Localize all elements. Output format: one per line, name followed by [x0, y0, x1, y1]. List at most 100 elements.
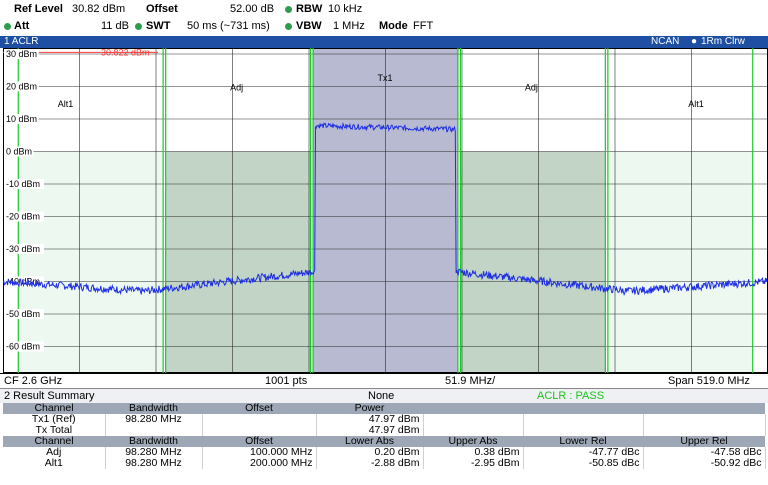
result-row: Tx Total 47.97 dBm [3, 425, 766, 436]
result-row-cell: Tx1 (Ref) [3, 414, 106, 425]
y-axis-label: 20 dBm [6, 82, 37, 92]
result-summary-bar[interactable]: 2 Result Summary None ACLR : PASS [0, 388, 768, 403]
ref-level-label[interactable]: Ref Level [14, 1, 63, 18]
result-none-label: None [368, 390, 395, 402]
channel-label-0: Alt1 [58, 99, 74, 109]
channel-label-1: Adj [230, 83, 243, 93]
result-row-cell: 47.97 dBm [316, 414, 424, 425]
y-axis-label: 10 dBm [6, 114, 37, 124]
att-indicator-icon [4, 23, 11, 30]
result-row-cell: 200.000 MHz [202, 458, 317, 469]
result-header-row: Channel Bandwidth Offset Lower Abs Upper Abs… [3, 436, 765, 447]
result-header-row-cell: Upper Abs [423, 436, 523, 447]
result-row-cell [423, 425, 524, 436]
result-header-row-cell: Bandwidth [105, 403, 202, 414]
swt-label[interactable]: SWT [146, 18, 170, 35]
mode-value[interactable]: FFT [413, 18, 433, 35]
window-ncan-label: NCAN [651, 36, 680, 47]
result-row-cell: 0.38 dBm [423, 447, 524, 458]
ref-level-marker-label: 30.822 dBm [101, 48, 150, 57]
result-row-cell [423, 414, 524, 425]
result-row-cell [643, 425, 766, 436]
ref-level-value[interactable]: 30.82 dBm [72, 1, 125, 18]
trace-label: 1Rm Clrw [701, 36, 745, 47]
points-count: 1001 pts [265, 375, 308, 387]
result-row-cell: -2.88 dBm [316, 458, 424, 469]
channel-label-4: Alt1 [688, 99, 704, 109]
att-value[interactable]: 11 dB [101, 18, 129, 35]
y-axis-label: -50 dBm [6, 309, 40, 319]
result-header-row-cell [523, 403, 643, 414]
result-header-row-cell [423, 403, 523, 414]
result-row: Alt1 98.280 MHz 200.000 MHz -2.88 dBm -2.95 … [3, 458, 766, 469]
swt-value[interactable]: 50 ms (~731 ms) [187, 18, 270, 35]
spectrum-plot[interactable]: 30 dBm 20 dBm 10 dBm 0 dBm -10 dBm -20 dBm -30… [3, 48, 768, 373]
result-header-row-cell: Offset [202, 436, 316, 447]
plot-footer: CF 2.6 GHz 1001 pts 51.9 MHz/ Span 519.0… [0, 373, 768, 388]
window-title-bar[interactable]: 1 ACLR NCAN ● 1Rm Clrw [0, 36, 768, 48]
y-axis-label: -60 dBm [6, 342, 40, 352]
rbw-value[interactable]: 10 kHz [328, 1, 362, 18]
result-row-cell: 47.97 dBm [316, 425, 424, 436]
result-row: Tx1 (Ref) 98.280 MHz 47.97 dBm [3, 414, 766, 425]
result-summary-title: 2 Result Summary [4, 390, 95, 402]
result-header-row-cell: Power [316, 403, 423, 414]
result-row-cell: Tx Total [3, 425, 106, 436]
instrument-header: Ref Level 30.82 dBm Offset 52.00 dB RBW … [0, 0, 768, 36]
spectrum-svg: 30 dBm 20 dBm 10 dBm 0 dBm -10 dBm -20 dBm -30… [3, 48, 768, 373]
result-table: Channel Bandwidth Offset Power Tx1 (Ref) 98.2… [3, 403, 766, 469]
result-row-cell: -50.92 dBc [643, 458, 766, 469]
result-row-cell: 98.280 MHz [105, 447, 203, 458]
result-header-row-cell: Channel [3, 403, 105, 414]
channel-band-alt1-4 [607, 151, 753, 373]
result-header-row-cell: Upper Rel [643, 436, 765, 447]
result-header-row-cell: Channel [3, 436, 105, 447]
result-header-row-cell: Bandwidth [105, 436, 202, 447]
result-header-row-cell: Lower Rel [523, 436, 643, 447]
result-row-cell: 98.280 MHz [105, 414, 203, 425]
span-value: Span 519.0 MHz [668, 375, 750, 387]
window-title: 1 ACLR [4, 36, 39, 47]
result-header-row-cell [643, 403, 765, 414]
y-axis-label: -10 dBm [6, 179, 40, 189]
header-row-1: Ref Level 30.82 dBm Offset 52.00 dB RBW … [0, 1, 768, 18]
rbw-indicator-icon [285, 6, 292, 13]
result-row-cell: 0.20 dBm [316, 447, 424, 458]
channel-band-adj-1 [165, 151, 311, 373]
result-row-cell: -47.77 dBc [523, 447, 644, 458]
mode-label[interactable]: Mode [379, 18, 408, 35]
header-row-2: Att 11 dB SWT 50 ms (~731 ms) VBW 1 MHz … [0, 18, 768, 35]
offset-value[interactable]: 52.00 dB [230, 1, 274, 18]
result-row-cell [523, 425, 644, 436]
result-row-cell [202, 414, 317, 425]
y-axis-label: 0 dBm [6, 147, 32, 157]
rbw-label[interactable]: RBW [296, 1, 322, 18]
result-row-cell: -2.95 dBm [423, 458, 524, 469]
center-frequency: CF 2.6 GHz [4, 375, 63, 387]
trace-indicator-icon: ● [691, 36, 698, 47]
channel-band-adj-3 [460, 151, 606, 373]
y-axis-label: -30 dBm [6, 244, 40, 254]
offset-label[interactable]: Offset [146, 1, 178, 18]
frequency-per-division: 51.9 MHz/ [445, 375, 496, 387]
result-header-row: Channel Bandwidth Offset Power [3, 403, 765, 414]
result-row-cell: Adj [3, 447, 106, 458]
y-axis-label: -20 dBm [6, 212, 40, 222]
att-label[interactable]: Att [14, 18, 29, 35]
result-row-cell: -47.58 dBc [643, 447, 766, 458]
channel-label-3: Adj [525, 83, 538, 93]
result-row: Adj 98.280 MHz 100.000 MHz 0.20 dBm 0.38 dBm… [3, 447, 766, 458]
result-row-cell [523, 414, 644, 425]
result-row-cell: -50.85 dBc [523, 458, 644, 469]
result-header-row-cell: Lower Abs [316, 436, 423, 447]
aclr-status: ACLR : PASS [537, 390, 605, 402]
vbw-indicator-icon [285, 23, 292, 30]
vbw-label[interactable]: VBW [296, 18, 322, 35]
result-row-cell [202, 425, 317, 436]
result-row-cell: 100.000 MHz [202, 447, 317, 458]
vbw-value[interactable]: 1 MHz [333, 18, 365, 35]
result-row-cell [643, 414, 766, 425]
result-row-cell: 98.280 MHz [105, 458, 203, 469]
result-header-row-cell: Offset [202, 403, 316, 414]
result-row-cell [105, 425, 203, 436]
